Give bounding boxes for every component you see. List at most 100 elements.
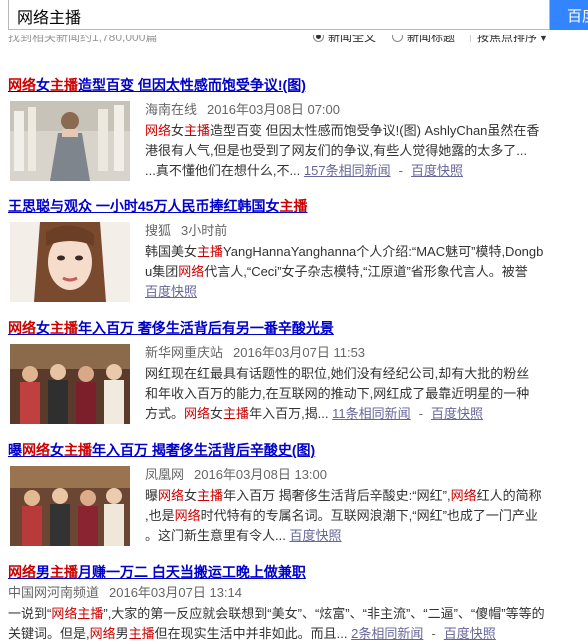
search-input[interactable] bbox=[8, 0, 550, 30]
result-text: 新华网重庆站 2016年03月07日 11:53 网红现在红最具有话题性的职位,她… bbox=[145, 344, 585, 424]
snapshot-link[interactable]: 百度快照 bbox=[431, 406, 483, 421]
keyword-highlight: 网络 bbox=[8, 320, 36, 336]
summary-text: 网红现在红最具有话题性的职位,她们没有经纪公司,却有大批的粉丝 bbox=[145, 366, 530, 381]
keyword-highlight: 网络 bbox=[450, 488, 477, 503]
result-summary: 曝网络女主播年入百万 揭奢侈生活背后辛酸史:“网红”,网络红人的简称 ,也是网络… bbox=[145, 486, 585, 546]
title-text: 男 bbox=[36, 564, 50, 580]
keyword-highlight: 网络 bbox=[174, 508, 201, 523]
title-text: 造型百变 但因太性感而饱受争议!(图) bbox=[78, 77, 306, 93]
publish-time: 3小时前 bbox=[181, 223, 228, 238]
summary-text: 时代特有的专属名词。互联网浪潮下,“网红”也成了一门产业 bbox=[200, 508, 538, 523]
search-bar: 百度 bbox=[0, 0, 588, 30]
radio-icon[interactable] bbox=[392, 35, 403, 42]
related-news-link[interactable]: 157条相同新闻 bbox=[304, 163, 391, 178]
summary-text: YangHannaYanghanna个人介绍:“MAC魅可”模特,Dongb bbox=[223, 244, 544, 259]
result-thumbnail[interactable] bbox=[10, 466, 130, 546]
summary-text: ...真不懂他们在想什么,不... bbox=[145, 163, 301, 178]
result-title-link[interactable]: 王思聪与观众 一小时45万人民币捧红韩国女主播 bbox=[8, 197, 588, 216]
option-fulltext-label: 新闻全文 bbox=[328, 35, 377, 44]
summary-text: 但在现实生活中并非如此。而且... bbox=[154, 626, 348, 641]
summary-text: 关键词。但是, bbox=[8, 626, 90, 641]
result-thumbnail[interactable] bbox=[10, 222, 130, 302]
keyword-highlight: 主播 bbox=[64, 442, 92, 458]
summary-text: 男 bbox=[115, 626, 129, 641]
sort-dropdown[interactable]: 按焦点排序 ▼ bbox=[464, 35, 548, 46]
results-status-bar: 找到相关新闻约1,780,000篇 新闻全文 新闻标题 按焦点排序 ▼ bbox=[8, 35, 588, 51]
thumbnail-image bbox=[10, 101, 130, 181]
title-text: 女 bbox=[36, 320, 50, 336]
result-meta: 新华网重庆站 2016年03月07日 11:53 bbox=[145, 344, 585, 362]
keyword-highlight: 网络 bbox=[184, 406, 211, 421]
result-thumbnail[interactable] bbox=[10, 344, 130, 424]
publish-time: 2016年03月07日 11:53 bbox=[233, 345, 366, 360]
summary-text: 和年收入百万的能力,在互联网的推动下,网红成了最靠近明星的一种 bbox=[145, 386, 530, 401]
publish-time: 2016年03月08日 13:00 bbox=[194, 467, 327, 482]
summary-text: 女 bbox=[171, 123, 185, 138]
option-title-label: 新闻标题 bbox=[407, 35, 456, 44]
summary-text: 代言人,“Ceci”女子杂志模特,“江原道”省形象代言人。被誉 bbox=[204, 264, 528, 279]
keyword-highlight: 主播 bbox=[279, 198, 308, 214]
caret-down-icon: ▼ bbox=[539, 35, 548, 43]
source-name: 新华网重庆站 bbox=[145, 345, 224, 360]
result-summary: 一说到“网络主播”,大家的第一反应就会联想到“美女”、“炫富”、“非主流”、“二… bbox=[8, 606, 545, 641]
title-text: 女 bbox=[50, 442, 64, 458]
option-fulltext[interactable]: 新闻全文 bbox=[313, 35, 376, 45]
summary-text: 曝 bbox=[145, 488, 159, 503]
summary-text: 女 bbox=[210, 406, 224, 421]
summary-text: 韩国美女 bbox=[145, 244, 198, 259]
summary-text: 。这门新生意里有令人... bbox=[145, 528, 286, 543]
result-meta: 中国网河南频道 2016年03月07日 13:14 bbox=[8, 584, 588, 602]
related-news-link[interactable]: 2条相同新闻 bbox=[351, 626, 423, 641]
news-result: 王思聪与观众 一小时45万人民币捧红韩国女主播 搜狐 3小时前 韩国美女 主播 Yan… bbox=[8, 197, 588, 302]
source-name: 搜狐 bbox=[145, 223, 172, 238]
keyword-highlight: 主播 bbox=[50, 564, 78, 580]
snapshot-link[interactable]: 百度快照 bbox=[289, 528, 341, 543]
keyword-highlight: 网络 bbox=[145, 123, 172, 138]
result-meta: 海南在线 2016年03月08日 07:00 bbox=[145, 101, 585, 119]
source-name: 中国网河南频道 bbox=[8, 585, 100, 600]
news-result: 网络女主播造型百变 但因太性感而饱受争议!(图) 海南在线 2016年03月08日… bbox=[8, 76, 588, 181]
keyword-highlight: 网络 bbox=[8, 77, 36, 93]
summary-text: 港很有人气,但是也受到了网友们的争议,有些人觉得她露的太多了... bbox=[145, 143, 528, 158]
result-thumbnail[interactable] bbox=[10, 101, 130, 181]
keyword-highlight: 网络 bbox=[158, 488, 185, 503]
summary-text: ”,大家的第一反应就会联想到“美女”、“炫富”、“非主流”、“二逼”、“傻帽”等… bbox=[103, 606, 545, 621]
thumbnail-image bbox=[10, 222, 130, 302]
option-title[interactable]: 新闻标题 bbox=[392, 35, 455, 45]
snapshot-link[interactable]: 百度快照 bbox=[145, 284, 197, 299]
result-count: 找到相关新闻约1,780,000篇 bbox=[8, 35, 158, 44]
keyword-highlight: 网络 bbox=[8, 564, 36, 580]
result-title-link[interactable]: 曝网络女主播年入百万 揭奢侈生活背后辛酸史(图) bbox=[8, 441, 588, 460]
news-result: 曝网络女主播年入百万 揭奢侈生活背后辛酸史(图) 凤凰网 2016年03月08日 … bbox=[8, 441, 588, 546]
related-news-link[interactable]: 11条相同新闻 bbox=[332, 406, 411, 421]
keyword-highlight: 网络 bbox=[178, 264, 205, 279]
result-title-link[interactable]: 网络女主播年入百万 奢侈生活背后有另一番辛酸光景 bbox=[8, 319, 588, 338]
summary-text: 年入百万,揭... bbox=[249, 406, 329, 421]
result-title-link[interactable]: 网络男主播月赚一万二 白天当搬运工晚上做兼职 bbox=[8, 563, 588, 582]
keyword-highlight: 主播 bbox=[223, 406, 250, 421]
publish-time: 2016年03月08日 07:00 bbox=[207, 102, 340, 117]
summary-text: u集团 bbox=[145, 264, 179, 279]
result-text: 搜狐 3小时前 韩国美女主播YangHannaYanghanna个人介绍:“MAC… bbox=[145, 222, 585, 302]
source-name: 海南在线 bbox=[145, 102, 198, 117]
title-text: 女 bbox=[36, 77, 50, 93]
snapshot-link[interactable]: 百度快照 bbox=[411, 163, 463, 178]
title-text: 曝 bbox=[8, 442, 22, 458]
summary-text: ,也是 bbox=[145, 508, 175, 523]
keyword-highlight: 主播 bbox=[197, 488, 224, 503]
publish-time: 2016年03月07日 13:14 bbox=[109, 585, 242, 600]
result-title-link[interactable]: 网络女主播造型百变 但因太性感而饱受争议!(图) bbox=[8, 76, 588, 95]
result-summary: 网络女主播造型百变 但因太性感而饱受争议!(图) AshlyChan虽然在香 港… bbox=[145, 121, 585, 181]
snapshot-link[interactable]: 百度快照 bbox=[444, 626, 496, 641]
sort-label: 按焦点排序 bbox=[477, 35, 538, 44]
divider bbox=[470, 35, 471, 42]
radio-checked-icon[interactable] bbox=[313, 35, 324, 42]
summary-text: 一说到“ bbox=[8, 606, 52, 621]
title-text: 王思聪与观众 一小时45万人民币捧红韩国女 bbox=[8, 198, 280, 214]
title-text: 月赚一万二 白天当搬运工晚上做兼职 bbox=[78, 564, 306, 580]
keyword-highlight: 网络主播 bbox=[51, 606, 104, 621]
keyword-highlight: 网络 bbox=[22, 442, 50, 458]
result-summary: 网红现在红最具有话题性的职位,她们没有经纪公司,却有大批的粉丝 和年收入百万的能… bbox=[145, 364, 585, 424]
search-button[interactable]: 百度 bbox=[550, 0, 588, 30]
keyword-highlight: 主播 bbox=[50, 320, 78, 336]
